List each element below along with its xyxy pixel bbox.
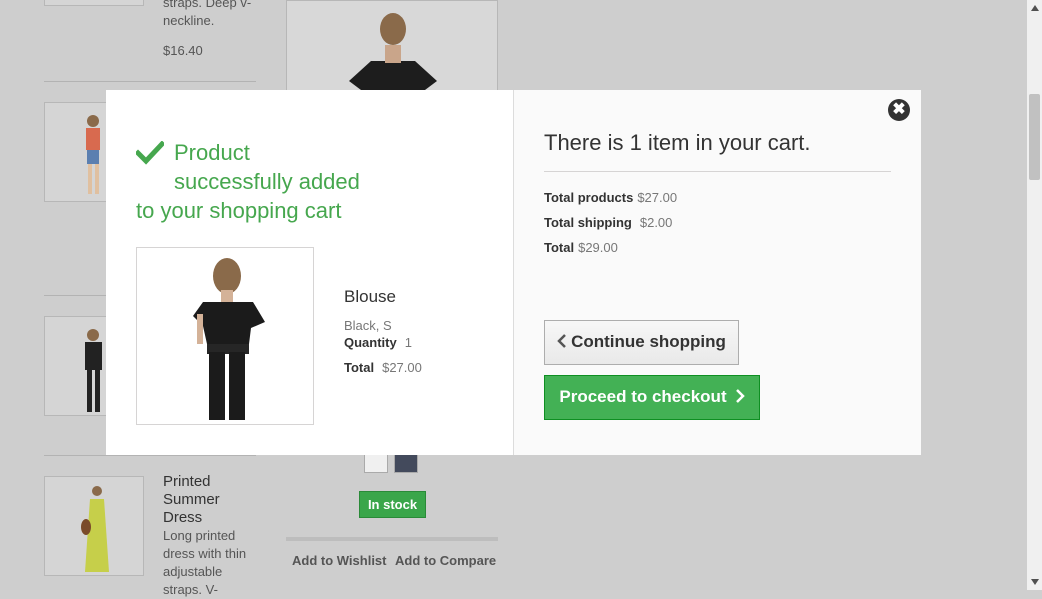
proceed-to-checkout-label: Proceed to checkout bbox=[559, 387, 727, 406]
scroll-up-arrow-icon[interactable] bbox=[1031, 5, 1039, 11]
divider bbox=[544, 171, 891, 172]
vertical-scrollbar[interactable] bbox=[1027, 0, 1042, 590]
total-value: $29.00 bbox=[578, 240, 618, 255]
product-thumbnail[interactable] bbox=[44, 0, 144, 6]
success-message: Product successfully added to your shopp… bbox=[136, 140, 360, 223]
product-total-value: $27.00 bbox=[382, 360, 422, 375]
chevron-left-icon bbox=[557, 334, 566, 348]
model-figure bbox=[81, 486, 109, 572]
total-products-row: Total products $27.00 bbox=[544, 190, 677, 205]
product-description: Long printed dress with thin adjustable … bbox=[163, 528, 247, 597]
product-image bbox=[136, 247, 314, 425]
total-products-value: $27.00 bbox=[637, 190, 678, 205]
add-to-compare-link[interactable]: Add to Compare bbox=[395, 553, 496, 568]
product-total: Total $27.00 bbox=[344, 360, 422, 375]
cart-title: There is 1 item in your cart. bbox=[544, 130, 811, 155]
total-products-label: Total products bbox=[544, 190, 634, 205]
product-total-label: Total bbox=[344, 360, 375, 375]
product-price: $16.40 bbox=[163, 43, 203, 58]
product-name: Blouse bbox=[344, 287, 396, 306]
total-label: Total bbox=[544, 240, 575, 255]
chevron-right-icon bbox=[735, 389, 745, 403]
action-bar bbox=[286, 537, 498, 541]
product-attributes: Black, S bbox=[344, 318, 392, 333]
scrollbar-thumb[interactable] bbox=[1029, 94, 1040, 180]
add-to-wishlist-link[interactable]: Add to Wishlist bbox=[292, 553, 387, 568]
model-figure bbox=[193, 258, 265, 420]
product-large-image[interactable] bbox=[286, 0, 498, 93]
divider bbox=[44, 455, 256, 456]
product-thumbnail[interactable] bbox=[44, 476, 144, 576]
product-description: straps. Deep v- neckline. bbox=[163, 0, 252, 28]
total-shipping-value: $2.00 bbox=[639, 215, 673, 230]
quantity-label: Quantity bbox=[344, 335, 397, 350]
scroll-down-arrow-icon[interactable] bbox=[1031, 579, 1039, 585]
stock-badge: In stock bbox=[359, 491, 426, 518]
product-name[interactable]: Printed Summer Dress bbox=[163, 473, 220, 527]
proceed-to-checkout-button[interactable]: Proceed to checkout bbox=[544, 375, 760, 420]
divider bbox=[44, 81, 256, 82]
model-figure bbox=[349, 13, 437, 93]
close-icon[interactable]: ✖ bbox=[888, 99, 910, 121]
total-shipping-row: Total shipping $2.00 bbox=[544, 215, 672, 230]
product-quantity: Quantity 1 bbox=[344, 335, 412, 350]
total-row: Total $29.00 bbox=[544, 240, 618, 255]
total-shipping-label: Total shipping bbox=[544, 215, 632, 230]
continue-shopping-label: Continue shopping bbox=[571, 332, 726, 351]
quantity-value: 1 bbox=[404, 335, 412, 350]
continue-shopping-button[interactable]: Continue shopping bbox=[544, 320, 739, 365]
